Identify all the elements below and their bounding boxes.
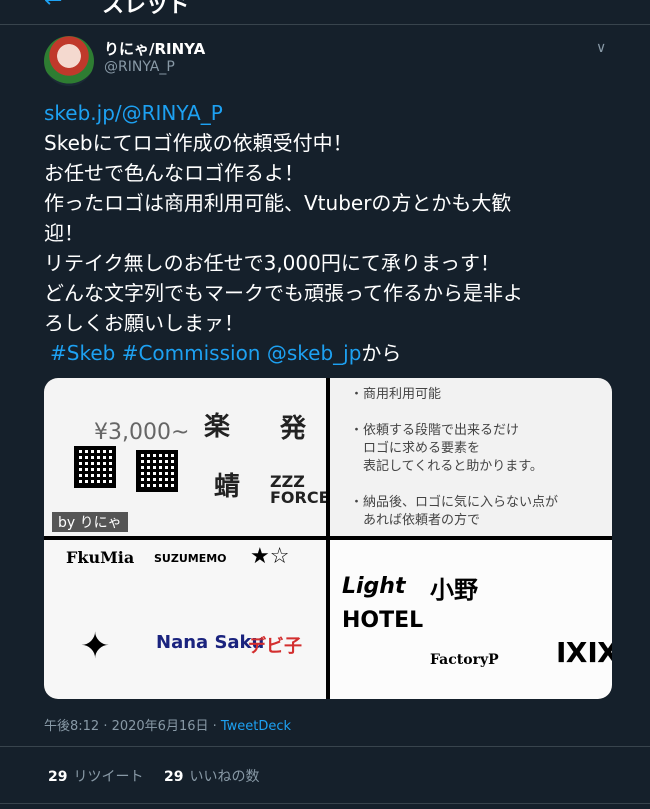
logo-art: FkuMia: [66, 548, 135, 567]
logo-art: 蜻: [214, 472, 241, 502]
logo-art: ✦: [80, 626, 111, 667]
tweet-line: ろしくお願いしまァ！: [44, 311, 244, 335]
timestamp[interactable]: 午後8:12 · 2020年6月16日 ·: [44, 719, 221, 734]
tweet-line: Skebにてロゴ作成の依頼受付中！: [44, 131, 353, 155]
media-image-3[interactable]: FkuMia SUZUMEMO ★☆ ✦ Nana Saku デビ子: [44, 540, 326, 699]
page-title: スレッド: [102, 0, 191, 18]
tweet-tags: #Skeb #Commission @skeb_jpから: [44, 338, 614, 368]
retweet-label: リツイート: [73, 769, 144, 785]
avatar[interactable]: [44, 36, 94, 86]
media-image-1[interactable]: ¥3,000~ 楽 発 蜻 ZZZ FORCE by りにゃ: [44, 378, 326, 536]
info-line: ・納品後、ロゴに気に入らない点が: [350, 495, 559, 510]
logo-art: ZZZ FORCE: [270, 474, 326, 506]
info-line: ・商用利用可能: [350, 387, 442, 402]
logo-art: Light: [342, 574, 406, 599]
tweet-line: 迎！: [44, 221, 84, 245]
logo-art: ⅨⅨ: [556, 636, 612, 669]
qr-code-icon: [74, 446, 116, 488]
tweet-line: お任せで色んなロゴ作るよ！: [44, 161, 304, 185]
logo-art: 楽: [204, 412, 231, 442]
price-text: ¥3,000~: [94, 420, 190, 445]
logo-art: HOTEL: [342, 608, 424, 633]
tweet-line: 作ったロゴは商用利用可能、Vtuberの方とかも大歓: [44, 191, 512, 215]
author-name[interactable]: りにゃ/RINYA: [104, 38, 205, 59]
skeb-link[interactable]: skeb.jp/@RINYA_P: [44, 98, 614, 128]
logo-art: ★☆: [250, 544, 290, 569]
retweet-count[interactable]: 29 リツイート: [48, 766, 143, 786]
byline-text: by りにゃ: [52, 512, 128, 532]
client-link[interactable]: TweetDeck: [221, 719, 291, 734]
engagement-stats: 29 リツイート 29 いいねの数: [0, 746, 650, 804]
like-count[interactable]: 29 いいねの数: [164, 766, 259, 786]
qr-code-icon: [136, 450, 178, 492]
logo-art: FactoryP: [430, 652, 499, 668]
media-grid: ¥3,000~ 楽 発 蜻 ZZZ FORCE by りにゃ ・商用利用可能 ・…: [44, 378, 612, 699]
author-handle[interactable]: @RINYA_P: [104, 59, 175, 75]
hashtag-commission[interactable]: #Commission: [122, 341, 261, 365]
tweet-line: リテイク無しのお任せで3,000円にて承りまっす！: [44, 251, 501, 275]
info-line: 表記してくれると助かります。: [350, 459, 543, 474]
tweet-meta: 午後8:12 · 2020年6月16日 · TweetDeck: [44, 715, 291, 734]
like-label: いいねの数: [189, 769, 260, 785]
logo-art: 発: [280, 414, 307, 444]
mention-skeb[interactable]: @skeb_jp: [267, 341, 362, 365]
media-image-4[interactable]: Light 小野 HOTEL FactoryP ⅨⅨ: [330, 540, 612, 699]
info-line: あれば依頼者の方で: [350, 513, 481, 528]
hashtag-skeb[interactable]: #Skeb: [50, 341, 115, 365]
info-line: ・依頼する段階で出来るだけ: [350, 423, 520, 438]
arrow-left-icon[interactable]: ←: [44, 0, 62, 13]
header-bar: ← スレッド: [0, 0, 650, 25]
tweet-text: skeb.jp/@RINYA_P Skebにてロゴ作成の依頼受付中！ お任せで色…: [44, 98, 614, 368]
media-image-2[interactable]: ・商用利用可能 ・依頼する段階で出来るだけ ロゴに求める要素を 表記してくれると…: [330, 378, 612, 536]
info-line: ロゴに求める要素を: [350, 441, 481, 456]
logo-art: 小野: [430, 576, 478, 604]
retweet-number: 29: [48, 769, 68, 785]
tweet-line: どんな文字列でもマークでも頑張って作るから是非よ: [44, 281, 523, 305]
logo-art: SUZUMEMO: [154, 552, 227, 565]
logo-force: FORCE: [270, 488, 326, 507]
like-number: 29: [164, 769, 184, 785]
chevron-down-icon[interactable]: ∨: [596, 40, 606, 56]
logo-art: デビ子: [248, 636, 302, 657]
tweet-suffix: から: [361, 341, 402, 365]
